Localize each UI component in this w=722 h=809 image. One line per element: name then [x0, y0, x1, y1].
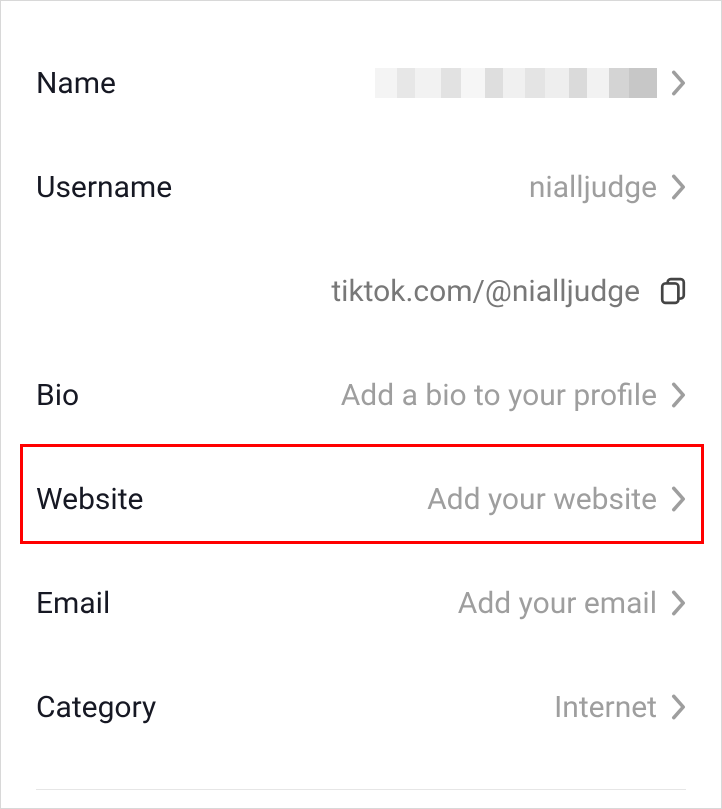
email-value: Add your email — [458, 586, 657, 621]
name-value-redacted — [375, 68, 657, 98]
username-value: nialljudge — [529, 170, 657, 205]
chevron-right-icon — [671, 174, 686, 200]
username-label: Username — [36, 170, 172, 205]
website-value: Add your website — [427, 482, 657, 517]
chevron-right-icon — [671, 70, 686, 96]
name-label: Name — [36, 66, 116, 101]
email-label: Email — [36, 586, 110, 621]
chevron-right-icon — [671, 486, 686, 512]
category-value: Internet — [554, 690, 657, 725]
chevron-right-icon — [671, 590, 686, 616]
section-divider — [36, 789, 686, 790]
website-label: Website — [36, 482, 143, 517]
row-username[interactable]: Username nialljudge — [36, 135, 686, 239]
chevron-right-icon — [671, 382, 686, 408]
category-label: Category — [36, 690, 156, 725]
bio-value: Add a bio to your profile — [341, 378, 657, 413]
row-name[interactable]: Name — [36, 31, 686, 135]
chevron-right-icon — [671, 694, 686, 720]
row-category[interactable]: Category Internet — [36, 655, 686, 759]
bio-label: Bio — [36, 378, 79, 413]
row-website[interactable]: Website Add your website — [36, 447, 686, 551]
row-email[interactable]: Email Add your email — [36, 551, 686, 655]
copy-icon[interactable] — [660, 277, 686, 305]
row-bio[interactable]: Bio Add a bio to your profile — [36, 343, 686, 447]
profile-url-text: tiktok.com/@nialljudge — [331, 274, 640, 309]
row-profile-url: tiktok.com/@nialljudge — [36, 239, 686, 343]
